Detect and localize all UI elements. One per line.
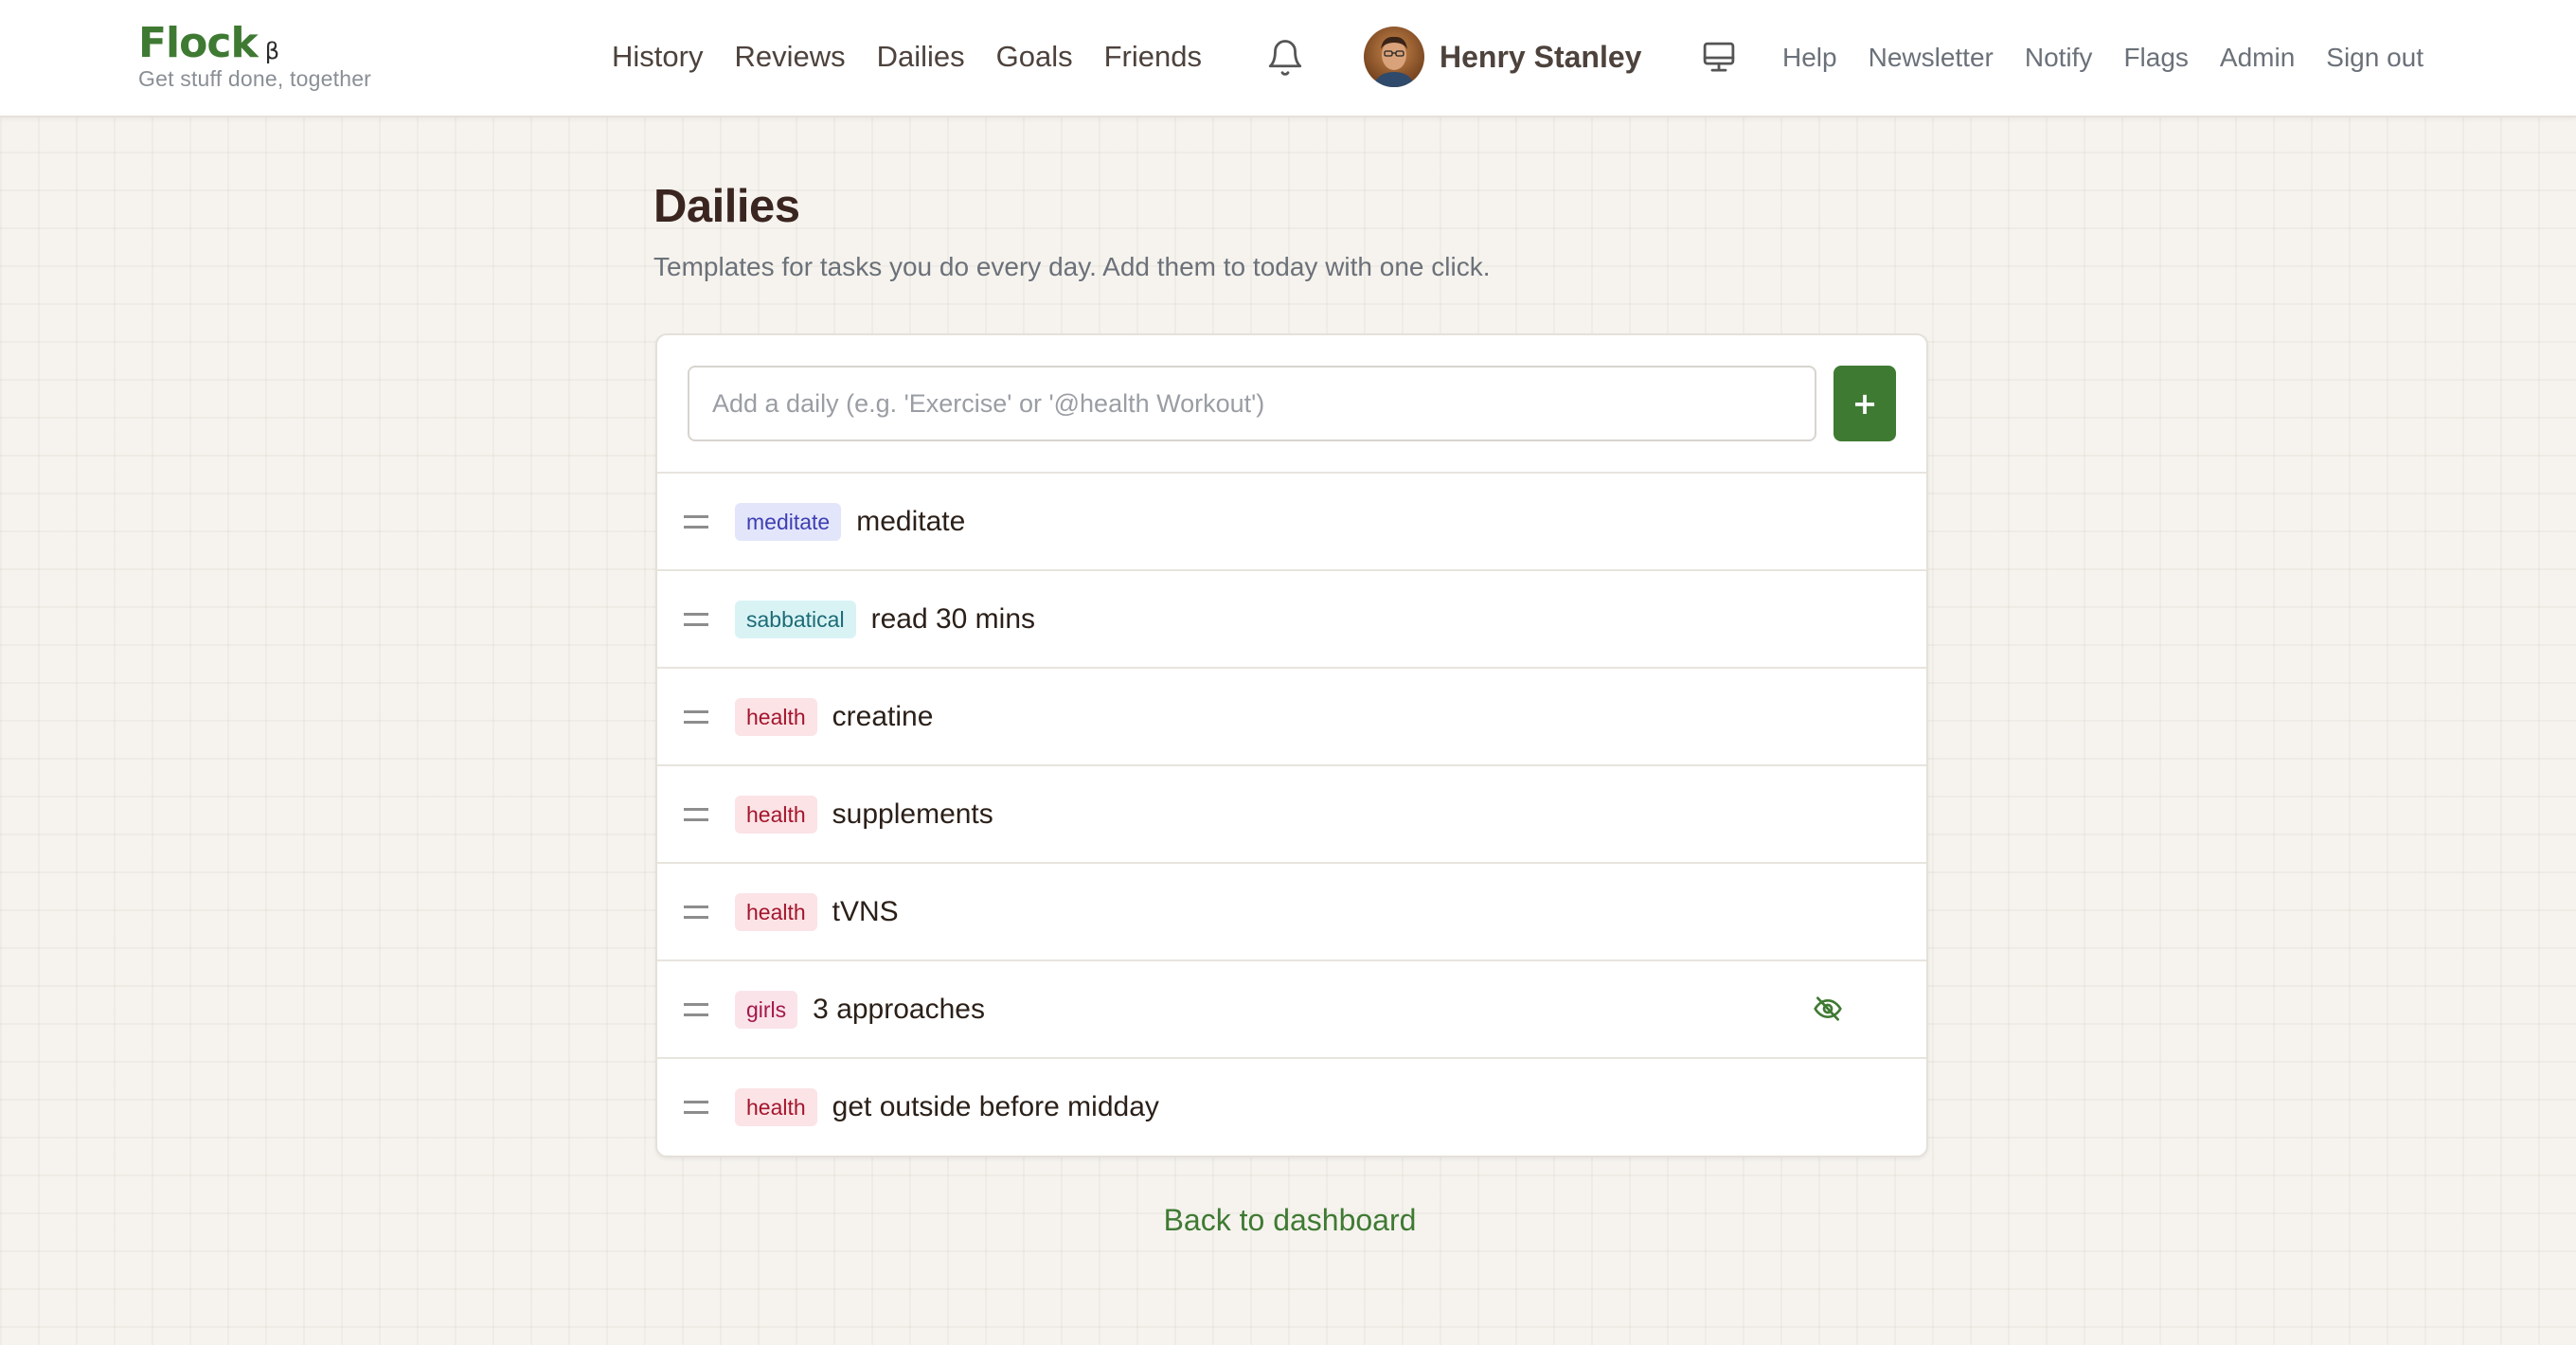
- drag-handle-icon[interactable]: [684, 905, 708, 919]
- tag-badge: health: [735, 795, 817, 834]
- nav-link-goals[interactable]: Goals: [996, 34, 1073, 80]
- primary-nav: History Reviews Dailies Goals Friends: [612, 34, 1233, 80]
- tag-badge: meditate: [735, 502, 842, 541]
- brand[interactable]: Flock β Get stuff done, together: [138, 19, 371, 92]
- nav-link-dailies[interactable]: Dailies: [877, 34, 965, 80]
- nav-link-newsletter[interactable]: Newsletter: [1869, 36, 1994, 80]
- nav-link-admin[interactable]: Admin: [2220, 36, 2295, 80]
- plus-icon: +: [1852, 386, 1878, 421]
- list-item[interactable]: meditate meditate: [657, 474, 1926, 571]
- list-item[interactable]: girls 3 approaches: [657, 961, 1926, 1059]
- drag-handle-icon[interactable]: [684, 709, 708, 724]
- top-navigation-bar: Flock β Get stuff done, together History …: [0, 0, 2576, 117]
- daily-text: supplements: [832, 798, 993, 830]
- nav-link-friends[interactable]: Friends: [1104, 34, 1202, 80]
- tag-badge: health: [735, 697, 817, 736]
- tag-badge: girls: [735, 990, 798, 1029]
- add-daily-button[interactable]: +: [1834, 366, 1896, 441]
- list-item[interactable]: health creatine: [657, 669, 1926, 766]
- list-item[interactable]: health tVNS: [657, 864, 1926, 961]
- list-item[interactable]: sabbatical read 30 mins: [657, 571, 1926, 669]
- eye-off-icon[interactable]: [1813, 994, 1843, 1024]
- user-name[interactable]: Henry Stanley: [1440, 40, 1641, 75]
- brand-name[interactable]: Flock: [138, 19, 259, 67]
- brand-tagline: Get stuff done, together: [138, 66, 372, 91]
- drag-handle-icon[interactable]: [684, 612, 708, 626]
- nav-link-notify[interactable]: Notify: [2025, 36, 2093, 80]
- bell-icon[interactable]: [1265, 38, 1305, 78]
- daily-text: 3 approaches: [813, 993, 985, 1025]
- drag-handle-icon[interactable]: [684, 1002, 708, 1016]
- list-item[interactable]: health get outside before midday: [657, 1059, 1926, 1155]
- monitor-icon[interactable]: [1699, 38, 1739, 78]
- daily-text: get outside before midday: [832, 1090, 1159, 1122]
- dailies-list: meditate meditate sabbatical read 30 min…: [657, 474, 1926, 1155]
- tag-badge: health: [735, 892, 817, 931]
- drag-handle-icon[interactable]: [684, 1100, 708, 1114]
- nav-link-reviews[interactable]: Reviews: [734, 34, 845, 80]
- avatar[interactable]: [1364, 27, 1424, 87]
- tag-badge: health: [735, 1087, 817, 1126]
- user-menu[interactable]: Henry Stanley: [1364, 27, 1641, 87]
- daily-text: creatine: [832, 700, 934, 732]
- sign-out-link[interactable]: Sign out: [2326, 36, 2424, 80]
- beta-badge: β: [264, 38, 280, 64]
- dailies-card: + meditate meditate sabbatical read 30 m…: [655, 333, 1928, 1157]
- drag-handle-icon[interactable]: [684, 807, 708, 821]
- list-item[interactable]: health supplements: [657, 766, 1926, 864]
- page-subtitle: Templates for tasks you do every day. Ad…: [653, 252, 1491, 281]
- nav-link-history[interactable]: History: [612, 34, 703, 80]
- daily-text: read 30 mins: [870, 602, 1036, 635]
- nav-link-help[interactable]: Help: [1782, 36, 1837, 80]
- secondary-nav: Help Newsletter Notify Flags Admin Sign …: [1782, 36, 2455, 80]
- add-daily-input[interactable]: [688, 366, 1816, 441]
- tag-badge: sabbatical: [735, 600, 856, 638]
- back-to-dashboard-link[interactable]: Back to dashboard: [0, 1203, 2576, 1238]
- drag-handle-icon[interactable]: [684, 514, 708, 529]
- daily-text: meditate: [856, 505, 966, 537]
- nav-link-flags[interactable]: Flags: [2123, 36, 2188, 80]
- add-daily-form: +: [657, 335, 1926, 474]
- daily-text: tVNS: [832, 895, 899, 927]
- page-title: Dailies: [653, 181, 800, 232]
